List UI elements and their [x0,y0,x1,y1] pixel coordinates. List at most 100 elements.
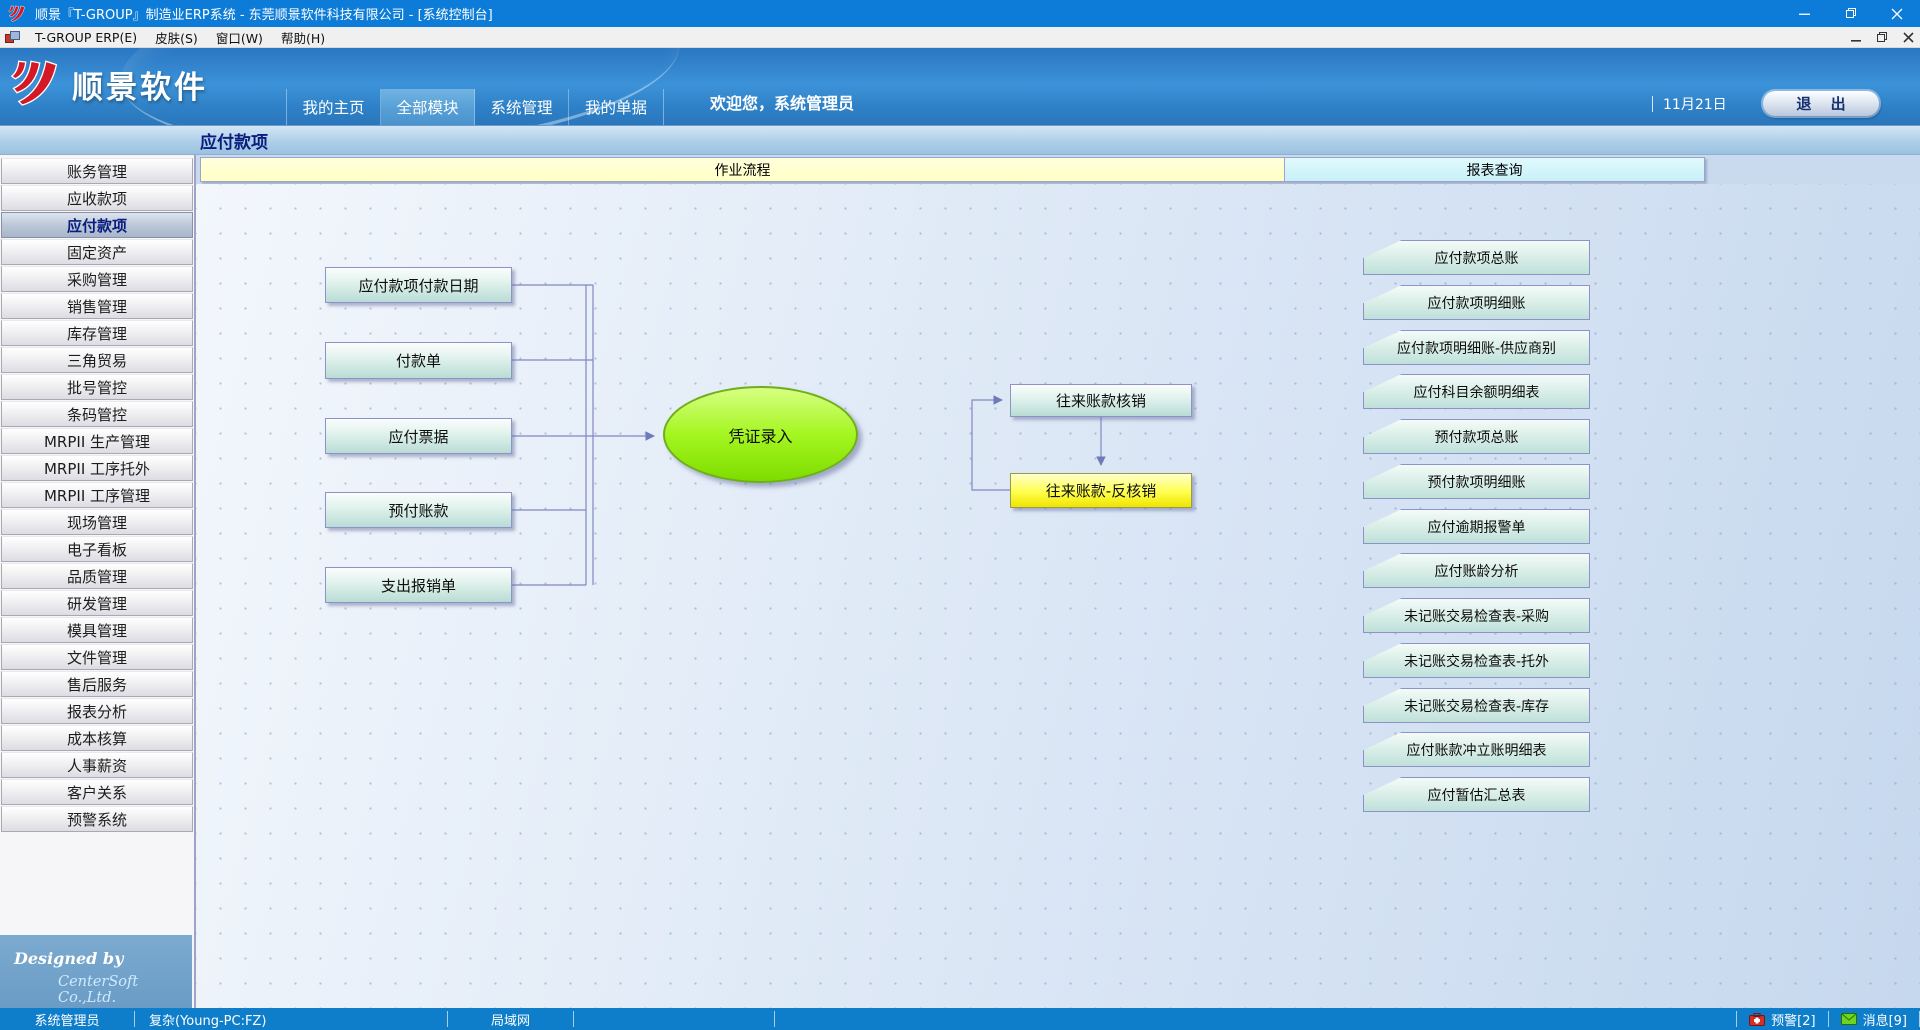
status-bar: 系统管理员 复杂(Young-PC:FZ) 局域网 预警[2] 消息[9] [0,1008,1920,1030]
nav-tab-all-modules[interactable]: 全部模块 [381,89,475,125]
menu-bar: T-GROUP ERP(E) 皮肤(S) 窗口(W) 帮助(H) [0,27,1920,48]
workflow-canvas: 应付款项付款日期 付款单 应付票据 预付账款 支出报销单 凭证录入 往来账款核销… [196,184,1920,1008]
status-alerts[interactable]: 预警[2] [1771,1010,1815,1029]
sidebar-item-payables[interactable]: 应付款项 [1,212,193,238]
sidebar-item-after-sales[interactable]: 售后服务 [1,671,193,697]
status-messages[interactable]: 消息[9] [1863,1010,1907,1029]
sidebar-item-shopfloor[interactable]: 现场管理 [1,509,193,535]
first-aid-kit-icon [1749,1013,1765,1026]
report-button-estimate-summary[interactable]: 应付暂估汇总表 [1363,777,1590,812]
header-date: 11月21日 [1652,94,1727,114]
sidebar-item-quality[interactable]: 品质管理 [1,563,193,589]
flow-box-payment-slip[interactable]: 付款单 [325,342,512,379]
report-button-payables-by-supplier[interactable]: 应付款项明细账-供应商别 [1363,330,1590,365]
flow-ellipse-voucher-entry[interactable]: 凭证录入 [663,386,858,483]
report-button-prepaid-detail[interactable]: 预付款项明细账 [1363,464,1590,499]
app-logo-icon [8,4,28,24]
sidebar-item-sales[interactable]: 销售管理 [1,293,193,319]
brand-logo: 顺景软件 [10,54,208,114]
sidebar-item-triangle-trade[interactable]: 三角贸易 [1,347,193,373]
sidebar-item-mrp2-outsourcing[interactable]: MRPII 工序托外 [1,455,193,481]
status-empty-section [574,1008,774,1030]
sidebar-item-barcode-control[interactable]: 条码管控 [1,401,193,427]
sidebar-item-lot-control[interactable]: 批号管控 [1,374,193,400]
report-button-unposted-check-inventory[interactable]: 未记账交易检查表-库存 [1363,688,1590,723]
flow-box-payment-date[interactable]: 应付款项付款日期 [325,267,512,303]
close-button[interactable] [1874,0,1920,27]
sidebar-item-file-mgmt[interactable]: 文件管理 [1,644,193,670]
flow-box-payable-notes[interactable]: 应付票据 [325,418,512,454]
company-text: CenterSoft Co.,Ltd. [58,974,192,1006]
menu-item-help[interactable]: 帮助(H) [272,27,334,48]
flow-box-expense-claim[interactable]: 支出报销单 [325,567,512,603]
mdi-child-icon [5,31,20,44]
report-button-payables-ledger[interactable]: 应付款项总账 [1363,240,1590,275]
nav-tab-system-admin[interactable]: 系统管理 [475,89,569,125]
flow-box-prepayment[interactable]: 预付账款 [325,492,512,528]
report-button-offset-detail[interactable]: 应付账款冲立账明细表 [1363,732,1590,767]
sidebar-item-mold-mgmt[interactable]: 模具管理 [1,617,193,643]
page-title: 应付款项 [200,128,268,153]
sidebar-item-alert-system[interactable]: 预警系统 [1,806,193,832]
section-header-reports[interactable]: 报表查询 [1285,157,1705,182]
flow-box-account-verify[interactable]: 往来账款核销 [1010,384,1192,417]
mdi-restore-button[interactable] [1876,31,1889,44]
nav-tab-my-home[interactable]: 我的主页 [287,89,381,125]
exit-button[interactable]: 退 出 [1763,91,1879,116]
date-divider [1652,96,1653,112]
report-button-payables-detail[interactable]: 应付款项明细账 [1363,285,1590,320]
brand-logo-icon [10,54,66,114]
welcome-text: 欢迎您，系统管理员 [710,90,854,114]
restore-button[interactable] [1828,0,1874,27]
date-text: 11月21日 [1663,94,1727,114]
page-title-bar: 应付款项 [0,125,1920,155]
brand-logo-text: 顺景软件 [72,62,208,107]
mdi-restore-icon [1876,31,1889,44]
minimize-icon [1799,8,1811,20]
report-button-unposted-check-purchase[interactable]: 未记账交易检查表-采购 [1363,598,1590,633]
menu-item-window[interactable]: 窗口(W) [207,27,272,48]
menu-item-skin[interactable]: 皮肤(S) [146,27,207,48]
sidebar-item-report-analysis[interactable]: 报表分析 [1,698,193,724]
connector-unverify-loop [972,400,1010,490]
designed-by-block: Designed by CenterSoft Co.,Ltd. [0,935,192,1008]
window-title: 顺景『T-GROUP』制造业ERP系统 - 东莞顺景软件科技有限公司 - [系统… [35,4,1782,23]
main-nav-tabs: 我的主页 全部模块 系统管理 我的单据 [286,89,664,125]
report-button-overdue-alert[interactable]: 应付逾期报警单 [1363,509,1590,544]
sidebar-item-rnd[interactable]: 研发管理 [1,590,193,616]
sidebar-item-mrp2-process[interactable]: MRPII 工序管理 [1,482,193,508]
status-machine: 复杂(Young-PC:FZ) [135,1008,447,1030]
sidebar-item-hr-payroll[interactable]: 人事薪资 [1,752,193,778]
status-network: 局域网 [448,1008,573,1030]
menu-item-tgroup-erp[interactable]: T-GROUP ERP(E) [26,27,146,48]
status-user: 系统管理员 [0,1008,134,1030]
sidebar-item-e-kanban[interactable]: 电子看板 [1,536,193,562]
mdi-close-button[interactable] [1903,32,1914,43]
close-icon [1891,8,1903,20]
sidebar-item-mrp2-production[interactable]: MRPII 生产管理 [1,428,193,454]
envelope-icon [1841,1013,1857,1025]
status-divider [1828,1011,1829,1027]
report-button-aging-analysis[interactable]: 应付账龄分析 [1363,553,1590,588]
mdi-close-icon [1903,32,1914,43]
header-banner: 顺景软件 我的主页 全部模块 系统管理 我的单据 欢迎您，系统管理员 11月21… [0,48,1920,125]
sidebar-item-fixed-assets[interactable]: 固定资产 [1,239,193,265]
sidebar-item-costing[interactable]: 成本核算 [1,725,193,751]
sidebar-item-purchasing[interactable]: 采购管理 [1,266,193,292]
report-button-prepaid-ledger[interactable]: 预付款项总账 [1363,419,1590,454]
mdi-minimize-icon [1851,32,1862,43]
sidebar-item-inventory[interactable]: 库存管理 [1,320,193,346]
module-sidebar: 账务管理 应收款项 应付款项 固定资产 采购管理 销售管理 库存管理 三角贸易 … [0,155,196,1008]
report-button-subject-balance-detail[interactable]: 应付科目余额明细表 [1363,374,1590,409]
os-titlebar: 顺景『T-GROUP』制造业ERP系统 - 东莞顺景软件科技有限公司 - [系统… [0,0,1920,27]
flow-box-account-unverify[interactable]: 往来账款-反核销 [1010,473,1192,508]
sidebar-item-receivables[interactable]: 应收款项 [1,185,193,211]
sidebar-item-account-mgmt[interactable]: 账务管理 [1,158,193,184]
mdi-minimize-button[interactable] [1851,32,1862,43]
restore-icon [1845,7,1858,20]
minimize-button[interactable] [1782,0,1828,27]
report-button-unposted-check-outsource[interactable]: 未记账交易检查表-托外 [1363,643,1590,678]
section-header-workflow[interactable]: 作业流程 [200,157,1285,182]
nav-tab-my-documents[interactable]: 我的单据 [569,89,663,125]
sidebar-item-crm[interactable]: 客户关系 [1,779,193,805]
